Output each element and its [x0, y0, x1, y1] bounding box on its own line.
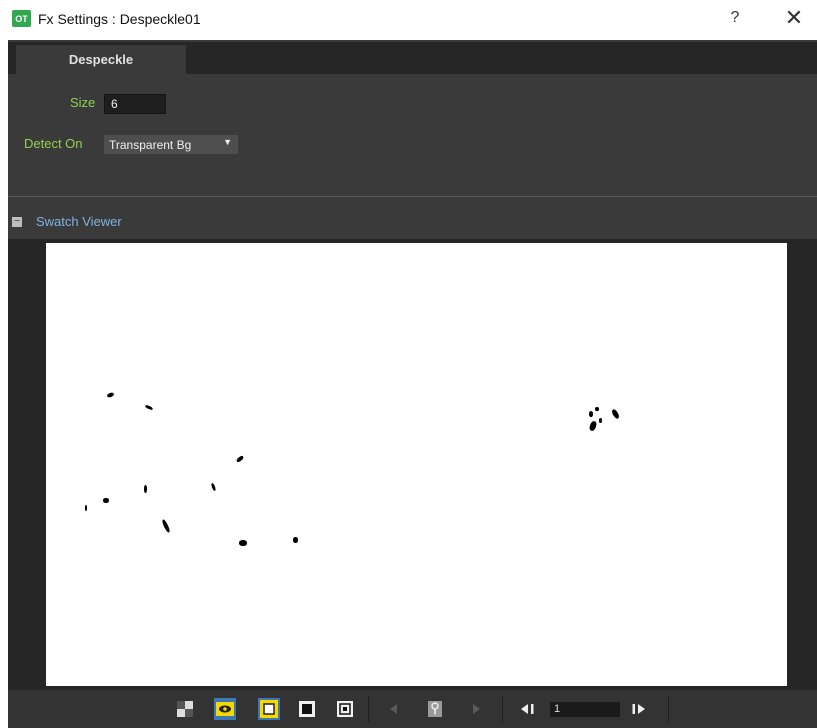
white-bg-icon — [260, 700, 278, 718]
toolbar-separator — [368, 696, 369, 722]
help-button[interactable]: ? — [726, 9, 744, 27]
divider — [8, 196, 817, 197]
swatch-viewer-header[interactable]: − Swatch Viewer — [8, 212, 308, 232]
preview-icon — [337, 701, 353, 717]
speck — [106, 391, 115, 399]
toolbar-separator — [502, 696, 503, 722]
speck — [599, 418, 602, 423]
white-bg-button[interactable] — [258, 698, 280, 720]
eye-icon — [216, 702, 234, 716]
fx-settings-panel: Despeckle Size Detect On Transparent Bg … — [8, 40, 817, 728]
prev-frame-icon — [521, 704, 534, 714]
next-key-button[interactable] — [466, 698, 488, 720]
toolbar-separator — [668, 696, 669, 722]
next-frame-button[interactable] — [628, 698, 650, 720]
black-bg-icon — [299, 701, 315, 717]
size-input[interactable] — [104, 94, 166, 114]
prev-key-button[interactable] — [382, 698, 404, 720]
speck — [589, 411, 593, 417]
eye-button[interactable] — [214, 698, 236, 720]
tab-despeckle[interactable]: Despeckle — [16, 45, 186, 74]
app-logo-icon: OT — [12, 10, 31, 27]
checkerboard-button[interactable] — [174, 698, 196, 720]
speck — [144, 404, 154, 411]
size-label: Size — [70, 95, 96, 110]
speck — [161, 518, 171, 534]
next-key-icon — [473, 704, 480, 714]
speck — [588, 420, 598, 432]
speck — [144, 485, 147, 493]
speck — [85, 505, 87, 511]
black-bg-button[interactable] — [296, 698, 318, 720]
title-bar: OT Fx Settings : Despeckle01 ? ✕ — [0, 0, 817, 40]
speck — [235, 454, 245, 464]
next-frame-icon — [632, 704, 645, 714]
prev-frame-button[interactable] — [516, 698, 538, 720]
frame-number-field[interactable]: 1 — [550, 702, 620, 717]
speck — [210, 482, 217, 492]
swatch-viewer-canvas[interactable] — [46, 243, 787, 686]
key-icon — [428, 701, 442, 717]
swatch-viewer-title: Swatch Viewer — [36, 214, 122, 229]
collapse-icon[interactable]: − — [12, 217, 22, 227]
tab-bar: Despeckle — [8, 42, 817, 74]
speck — [239, 540, 247, 546]
close-button[interactable]: ✕ — [784, 6, 804, 30]
detect-on-dropdown[interactable]: Transparent Bg ▼ — [104, 135, 238, 154]
viewer-toolbar: 1 — [8, 690, 817, 728]
key-button[interactable] — [424, 698, 446, 720]
checkerboard-icon — [177, 701, 193, 717]
speck — [293, 537, 298, 543]
window-title: Fx Settings : Despeckle01 — [38, 11, 201, 27]
speck — [595, 407, 599, 411]
prev-key-icon — [390, 704, 397, 714]
chevron-down-icon: ▼ — [223, 137, 232, 147]
preview-button[interactable] — [334, 698, 356, 720]
detect-on-label: Detect On — [24, 136, 83, 151]
speck — [610, 408, 621, 420]
detect-on-value: Transparent Bg — [109, 137, 192, 152]
speck — [103, 498, 109, 503]
